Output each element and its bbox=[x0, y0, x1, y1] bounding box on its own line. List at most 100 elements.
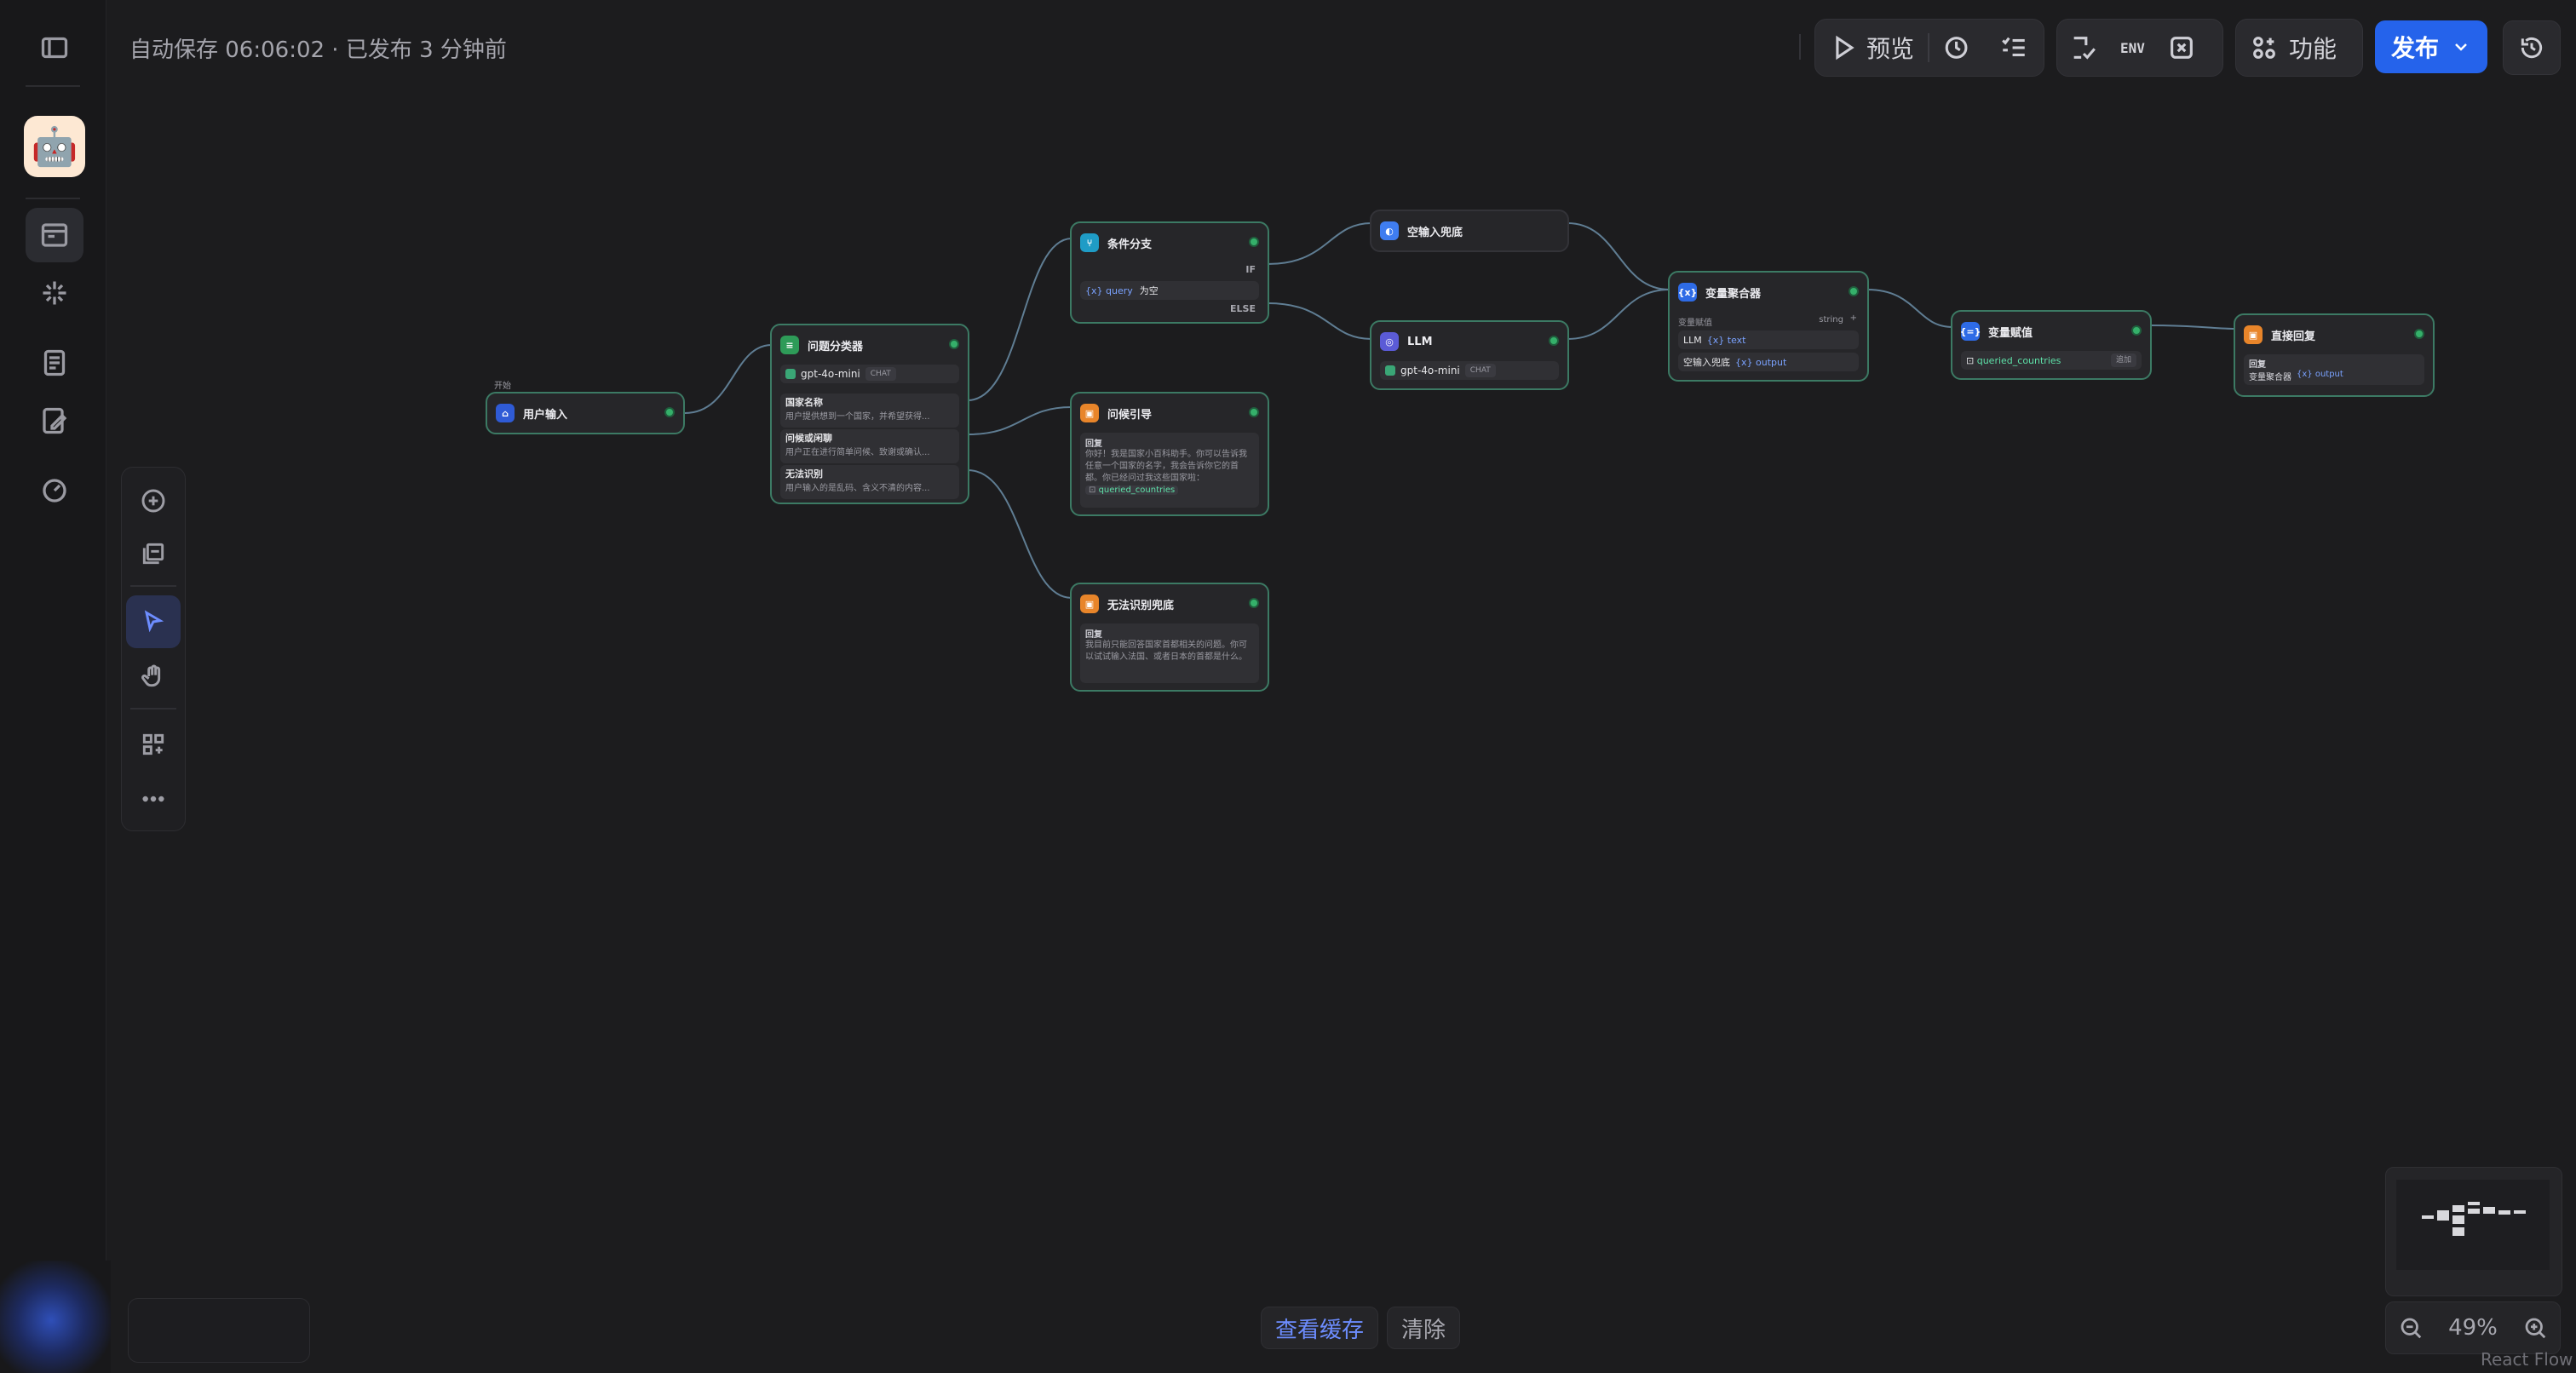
node-title: 直接回复 bbox=[2271, 330, 2316, 343]
clear-label: 清除 bbox=[1401, 1317, 1446, 1343]
node-title: 条件分支 bbox=[1107, 238, 1153, 251]
node-llm[interactable]: ◎ LLM gpt-4o-mini CHAT bbox=[1370, 320, 1569, 390]
condition-var: {x} query bbox=[1085, 284, 1133, 296]
node-greet[interactable]: ▣ 问候引导 回复 你好！我是国家小百科助手。你可以告诉我任意一个国家的名字，我… bbox=[1070, 392, 1269, 516]
edges-layer bbox=[684, 222, 2236, 599]
reply-section-label: 回复 bbox=[1085, 439, 1102, 449]
view-cache-label: 查看缓存 bbox=[1275, 1317, 1365, 1343]
answer-icon: ▣ bbox=[1080, 595, 1099, 613]
success-icon bbox=[1249, 598, 1259, 608]
node-unknown[interactable]: ▣ 无法识别兜底 回复 我目前只能回答国家首都相关的问题。你可以试试输入法国、或… bbox=[1070, 583, 1269, 692]
node-title: 变量聚合器 bbox=[1705, 287, 1762, 301]
minimap-node bbox=[2514, 1210, 2526, 1214]
class-desc: 用户提供想到一个国家，并希望获得... bbox=[785, 412, 930, 422]
model-tag: CHAT bbox=[865, 367, 896, 381]
openai-icon bbox=[1385, 365, 1395, 376]
reply-var: queried_countries bbox=[1098, 485, 1176, 495]
class-item: 无法识别 用户输入的是乱码、含义不清的内容... bbox=[780, 465, 959, 499]
condition-row: {x} query 为空 bbox=[1080, 281, 1259, 300]
node-title: 空输入兜底 bbox=[1407, 226, 1463, 239]
node-ifelse[interactable]: ⑂ 条件分支 IF {x} query 为空 ELSE bbox=[1070, 221, 1269, 324]
view-cache-button[interactable]: 查看缓存 bbox=[1261, 1307, 1379, 1349]
model-name: gpt-4o-mini bbox=[801, 368, 860, 380]
edge-classifier-greet bbox=[967, 406, 1072, 435]
node-title: 变量赋值 bbox=[1988, 326, 2033, 340]
node-empty-fallback[interactable]: ◐ 空输入兜底 bbox=[1370, 210, 1569, 252]
class-desc: 用户正在进行简单问候、致谢或确认... bbox=[785, 448, 930, 457]
edge-ifelse-llm bbox=[1267, 302, 1372, 340]
openai-icon bbox=[785, 369, 796, 379]
add-icon[interactable]: + bbox=[1850, 313, 1857, 323]
edge-aggregator-assigner bbox=[1866, 289, 1953, 328]
minimap-viewport bbox=[2396, 1180, 2550, 1270]
minimap-node bbox=[2452, 1227, 2464, 1236]
node-title: 问题分类器 bbox=[808, 340, 864, 353]
minimap-node bbox=[2498, 1210, 2510, 1215]
zoom-in-icon[interactable] bbox=[2522, 1315, 2548, 1341]
minimap[interactable] bbox=[2385, 1167, 2562, 1296]
success-icon bbox=[949, 339, 959, 349]
clear-button[interactable]: 清除 bbox=[1387, 1307, 1461, 1349]
reply-text: 你好！我是国家小百科助手。你可以告诉我任意一个国家的名字，我会告诉你它的首都。你… bbox=[1085, 450, 1247, 483]
minimap-node bbox=[2452, 1215, 2464, 1224]
success-icon bbox=[1249, 237, 1259, 247]
llm-icon: ◎ bbox=[1380, 332, 1399, 351]
edge-ifelse-empty bbox=[1267, 222, 1372, 265]
start-tag: 开始 bbox=[494, 382, 511, 391]
else-label: ELSE bbox=[1230, 303, 1256, 314]
reply-box: 回复 变量聚合器 {x} output bbox=[2244, 354, 2424, 385]
zoom-level[interactable]: 49% bbox=[2448, 1315, 2498, 1341]
edge-llm-aggregator bbox=[1567, 289, 1670, 340]
edge-classifier-ifelse bbox=[967, 238, 1072, 401]
assign-var: queried_countries bbox=[1976, 354, 2061, 366]
minimap-node bbox=[2452, 1205, 2464, 1212]
edge-start-classifier bbox=[684, 344, 773, 414]
node-assigner[interactable]: {=} 变量赋值 ⊡ queried_countries 追加 bbox=[1951, 310, 2152, 380]
aggregator-type: string bbox=[1819, 315, 1843, 325]
user-input-icon: ⌂ bbox=[496, 404, 515, 422]
var-source: 空输入兜底 bbox=[1683, 357, 1730, 368]
reply-box: 回复 你好！我是国家小百科助手。你可以告诉我任意一个国家的名字，我会告诉你它的首… bbox=[1080, 433, 1259, 508]
class-item: 问候或闲聊 用户正在进行简单问候、致谢或确认... bbox=[780, 429, 959, 463]
reply-var-source: 变量聚合器 bbox=[2249, 373, 2291, 382]
node-title: 无法识别兜底 bbox=[1107, 599, 1175, 612]
minimap-node bbox=[2468, 1202, 2480, 1205]
aggregator-icon: {x} bbox=[1678, 283, 1697, 302]
node-start[interactable]: ⌂ 用户输入 bbox=[486, 392, 685, 434]
zoom-controls: 49% bbox=[2385, 1301, 2561, 1354]
cache-bar: 查看缓存 清除 bbox=[1261, 1307, 1461, 1349]
node-aggregator[interactable]: {x} 变量聚合器 变量赋值 string + LLM {x} text 空输入… bbox=[1668, 271, 1869, 382]
node-title: 问候引导 bbox=[1107, 408, 1153, 422]
zoom-out-icon[interactable] bbox=[2398, 1315, 2424, 1341]
class-name: 国家名称 bbox=[785, 397, 823, 408]
success-icon bbox=[1849, 286, 1859, 296]
minimap-node bbox=[2483, 1207, 2495, 1214]
answer-icon: ▣ bbox=[1080, 404, 1099, 422]
edge-assigner-answer bbox=[2149, 325, 2236, 330]
reply-var: {x} output bbox=[2297, 370, 2343, 379]
template-icon: ◐ bbox=[1380, 221, 1399, 240]
success-icon bbox=[2414, 329, 2424, 339]
minimap-node bbox=[2422, 1215, 2434, 1219]
class-desc: 用户输入的是乱码、含义不清的内容... bbox=[785, 484, 930, 493]
edge-classifier-unknown bbox=[967, 469, 1072, 599]
model-row: gpt-4o-mini CHAT bbox=[780, 365, 959, 383]
react-flow-attribution[interactable]: React Flow bbox=[2481, 1349, 2573, 1370]
success-icon bbox=[1249, 407, 1259, 417]
aggregator-sub-label: 变量赋值 bbox=[1678, 319, 1712, 328]
reply-section-label: 回复 bbox=[1085, 630, 1102, 640]
class-name: 无法识别 bbox=[785, 468, 823, 480]
model-name: gpt-4o-mini bbox=[1400, 365, 1460, 376]
answer-icon: ▣ bbox=[2244, 325, 2263, 344]
node-title: 用户输入 bbox=[523, 408, 568, 422]
node-classifier[interactable]: ≡ 问题分类器 gpt-4o-mini CHAT 国家名称 用户提供想到一个国家… bbox=[770, 324, 969, 504]
var-name: {x} output bbox=[1735, 356, 1787, 368]
aggregator-var-row: 空输入兜底 {x} output bbox=[1678, 353, 1859, 371]
var-name: {x} text bbox=[1706, 334, 1746, 346]
success-icon bbox=[2131, 325, 2142, 336]
condition-op: 为空 bbox=[1139, 285, 1159, 296]
branch-icon: ⑂ bbox=[1080, 233, 1099, 252]
node-answer[interactable]: ▣ 直接回复 回复 变量聚合器 {x} output bbox=[2234, 313, 2435, 397]
if-label: IF bbox=[1245, 264, 1256, 275]
assign-op: 追加 bbox=[2110, 353, 2136, 367]
